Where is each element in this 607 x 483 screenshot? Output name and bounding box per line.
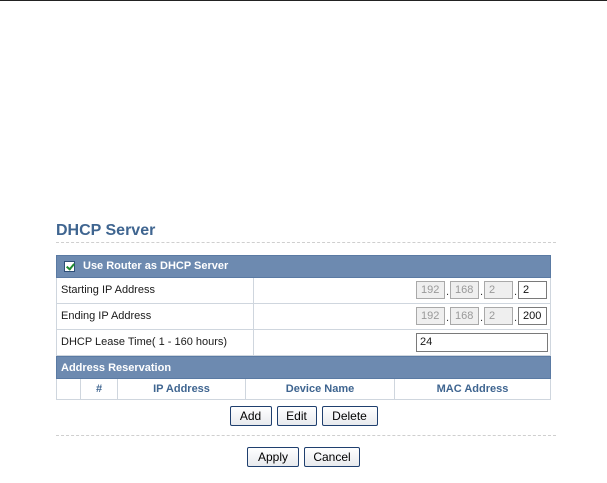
starting-ip-octet-2: 168 [450,281,479,299]
starting-ip-octet-1: 192 [416,281,445,299]
lease-time-row: DHCP Lease Time( 1 - 160 hours) 24 [56,330,551,356]
edit-button[interactable]: Edit [276,406,317,426]
ending-ip-octet-4-input[interactable]: 200 [518,307,547,325]
title-divider [56,242,556,243]
footer-divider [56,435,556,436]
use-router-label: Use Router as DHCP Server [83,260,229,272]
starting-ip-row: Starting IP Address 192 . 168 . 2 . 2 [56,278,551,304]
top-border [0,0,607,1]
reservation-table-header: # IP Address Device Name MAC Address [56,379,551,400]
lease-time-label: DHCP Lease Time( 1 - 160 hours) [57,330,254,355]
reservation-col-device: Device Name [246,379,395,399]
reservation-col-mac: MAC Address [436,383,509,395]
ending-ip-octet-1: 192 [416,307,445,325]
address-reservation-header: Address Reservation [56,356,551,379]
starting-ip-octet-3: 2 [484,281,513,299]
dhcp-settings-panel: Use Router as DHCP Server Starting IP Ad… [56,255,551,400]
lease-time-input[interactable]: 24 [416,333,548,352]
use-router-header: Use Router as DHCP Server [56,255,551,278]
form-buttons: Apply Cancel [0,447,607,467]
reservation-buttons: Add Edit Delete [0,406,607,426]
reservation-col-ip: IP Address [118,379,246,399]
add-button[interactable]: Add [229,406,272,426]
delete-button[interactable]: Delete [321,406,378,426]
page-title: DHCP Server [56,222,156,239]
starting-ip-octet-4-input[interactable]: 2 [518,281,547,299]
cancel-button[interactable]: Cancel [304,447,360,467]
ending-ip-octet-2: 168 [450,307,479,325]
reservation-col-number: # [81,379,118,399]
starting-ip-field: 192 . 168 . 2 . 2 [416,281,547,299]
ending-ip-field: 192 . 168 . 2 . 200 [416,307,547,325]
reservation-col-blank [57,379,81,399]
apply-button[interactable]: Apply [247,447,299,467]
starting-ip-label: Starting IP Address [57,278,254,303]
ending-ip-octet-3: 2 [484,307,513,325]
ending-ip-row: Ending IP Address 192 . 168 . 2 . 200 [56,304,551,330]
use-router-checkbox[interactable] [64,261,75,272]
ending-ip-label: Ending IP Address [57,304,254,329]
